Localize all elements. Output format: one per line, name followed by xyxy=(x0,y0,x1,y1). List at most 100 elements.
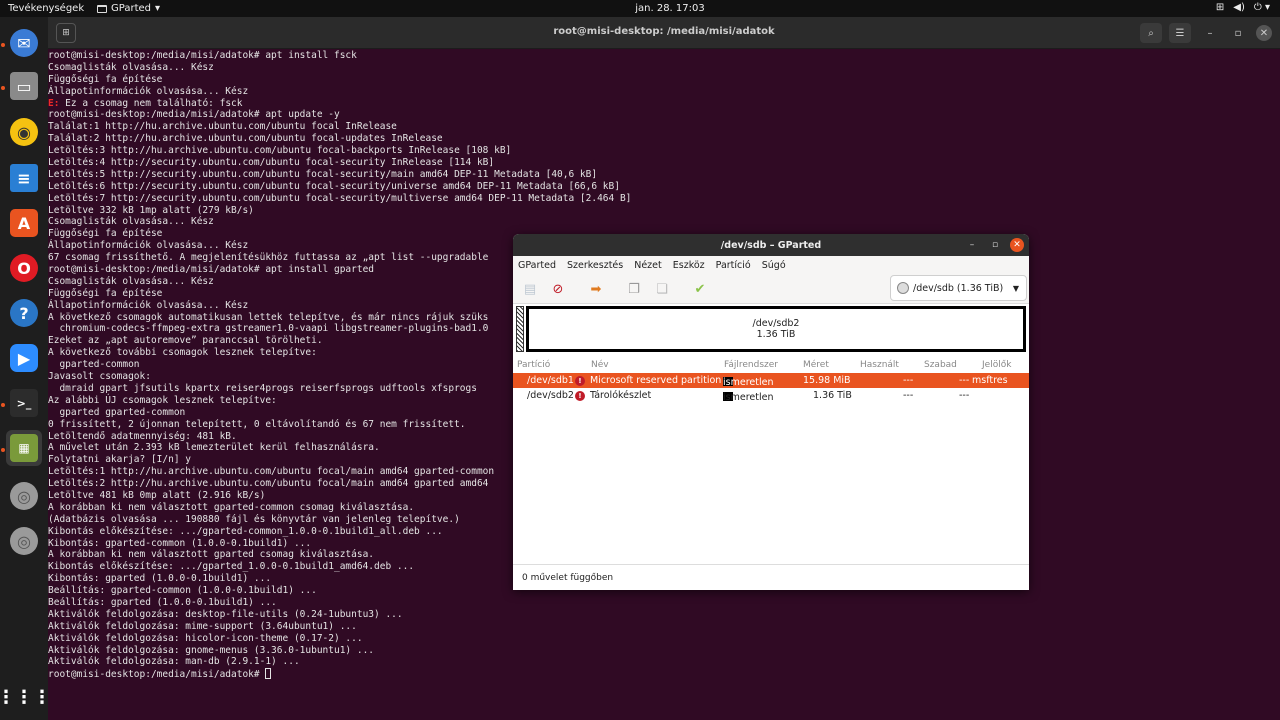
help-icon: ? xyxy=(10,299,38,327)
show-applications-button[interactable]: ⋮⋮⋮ xyxy=(0,679,51,715)
menu-partition[interactable]: Partíció xyxy=(716,260,751,271)
dock: ✉ ▭ ◉ ≡ A O ? ▶ >_ ▦ ◎ ◎ ⋮⋮⋮ xyxy=(0,17,51,720)
apply-icon: ✔ xyxy=(694,281,706,297)
gparted-titlebar[interactable]: /dev/sdb – GParted – ▫ ✕ xyxy=(513,234,1029,256)
cell-filesystem-label: ismeretlen xyxy=(723,392,774,403)
disk-icon: ◎ xyxy=(10,527,38,555)
terminal-line: Találat:2 http://hu.archive.ubuntu.com/u… xyxy=(48,133,443,145)
gparted-toolbar: ▤ ⊘ ➡ ❐ ❏ ✔ /dev/sdb (1.36 TiB) ▼ xyxy=(513,274,1029,304)
music-icon: ◉ xyxy=(10,118,38,146)
dock-zoom[interactable]: ▶ xyxy=(6,340,42,376)
col-flags[interactable]: Jelölők xyxy=(982,360,1011,370)
new-partition-icon: ▤ xyxy=(523,281,537,297)
terminal-line: Függőségi fa építése xyxy=(48,73,163,85)
apply-button[interactable]: ✔ xyxy=(689,278,711,300)
dock-disk-1[interactable]: ◎ xyxy=(6,478,42,514)
terminal-line: Aktiválók feldolgozása: man-db (2.9.1-1)… xyxy=(48,656,300,668)
cell-flags: msftres xyxy=(972,375,1008,386)
menu-edit[interactable]: Szerkesztés xyxy=(567,260,623,271)
dock-thunderbird[interactable]: ✉ xyxy=(6,25,42,61)
delete-button[interactable]: ⊘ xyxy=(547,278,569,300)
menu-device[interactable]: Eszköz xyxy=(673,260,705,271)
resize-button[interactable]: ➡ xyxy=(585,278,607,300)
show-applications-icon: ⋮⋮⋮ xyxy=(0,686,51,708)
volume-icon[interactable]: ◀) xyxy=(1233,2,1245,13)
device-selector-label: /dev/sdb (1.36 TiB) xyxy=(913,282,1004,294)
cell-name: Microsoft reserved partition xyxy=(590,375,722,386)
paste-button[interactable]: ❏ xyxy=(651,278,673,300)
gparted-app-icon xyxy=(97,4,107,13)
gparted-window: /dev/sdb – GParted – ▫ ✕ GParted Szerkes… xyxy=(513,234,1029,590)
menu-help[interactable]: Súgó xyxy=(762,260,786,271)
maximize-button[interactable]: ▫ xyxy=(1230,25,1246,41)
paste-icon: ❏ xyxy=(656,281,668,297)
delete-icon: ⊘ xyxy=(552,281,564,297)
col-size[interactable]: Méret xyxy=(803,360,829,370)
terminal-line: Aktiválók feldolgozása: hicolor-icon-the… xyxy=(48,632,363,644)
cell-free: --- xyxy=(959,390,970,401)
terminal-line: Találat:1 http://hu.archive.ubuntu.com/u… xyxy=(48,121,397,133)
col-used[interactable]: Használt xyxy=(860,360,899,370)
dock-software[interactable]: A xyxy=(6,205,42,241)
disk-map: /dev/sdb2 1.36 TiB xyxy=(516,304,1026,352)
running-indicator xyxy=(1,86,5,90)
clock[interactable]: jan. 28. 17:03 xyxy=(620,3,720,14)
minimize-icon: – xyxy=(1207,27,1213,39)
disk-icon xyxy=(897,282,909,294)
minimize-button[interactable]: – xyxy=(1202,25,1218,41)
dock-disk-2[interactable]: ◎ xyxy=(6,523,42,559)
search-button[interactable]: ⌕ xyxy=(1140,23,1162,43)
chevron-down-icon: ▾ xyxy=(155,3,161,14)
gp-close-button[interactable]: ✕ xyxy=(1010,238,1024,252)
writer-icon: ≡ xyxy=(10,164,38,192)
gp-minimize-button[interactable]: – xyxy=(965,238,979,252)
power-icon[interactable]: ⏻ ▾ xyxy=(1254,2,1270,13)
terminal-line: root@misi-desktop:/media/misi/adatok# ap… xyxy=(48,109,340,121)
dock-terminal[interactable]: >_ xyxy=(6,385,42,421)
partition-segment-sdb2[interactable]: /dev/sdb2 1.36 TiB xyxy=(526,306,1026,352)
table-row[interactable]: /dev/sdb1 ! Microsoft reserved partition… xyxy=(513,373,1029,388)
dock-gparted[interactable]: ▦ xyxy=(6,430,42,466)
copy-button[interactable]: ❐ xyxy=(623,278,645,300)
menu-view[interactable]: Nézet xyxy=(634,260,662,271)
dock-help[interactable]: ? xyxy=(6,295,42,331)
dock-rhythmbox[interactable]: ◉ xyxy=(6,114,42,150)
col-partition[interactable]: Partíció xyxy=(517,360,550,370)
running-indicator xyxy=(1,448,5,452)
dock-files[interactable]: ▭ xyxy=(6,68,42,104)
close-button[interactable]: ✕ xyxy=(1256,25,1272,41)
system-tray[interactable]: ⊞ ◀) ⏻ ▾ xyxy=(1216,2,1270,13)
col-name[interactable]: Név xyxy=(591,360,609,370)
search-icon: ⌕ xyxy=(1148,27,1154,39)
gp-maximize-button[interactable]: ▫ xyxy=(988,238,1002,252)
copy-icon: ❐ xyxy=(628,281,640,297)
close-icon: ✕ xyxy=(1013,240,1021,250)
menu-gparted[interactable]: GParted xyxy=(518,260,556,271)
activities-button[interactable]: Tevékenységek xyxy=(8,3,84,14)
terminal-line: Állapotinformációk olvasása... Kész xyxy=(48,85,249,97)
terminal-line: Csomaglisták olvasása... Kész xyxy=(48,61,214,73)
terminal-headerbar: ⊞ root@misi-desktop: /media/misi/adatok … xyxy=(48,17,1280,49)
device-selector[interactable]: /dev/sdb (1.36 TiB) ▼ xyxy=(890,275,1027,301)
menu-button[interactable]: ☰ xyxy=(1169,23,1191,43)
terminal-line: Aktiválók feldolgozása: desktop-file-uti… xyxy=(48,608,403,620)
new-partition-button[interactable]: ▤ xyxy=(519,278,541,300)
terminal-line: Letöltés:6 http://security.ubuntu.com/ub… xyxy=(48,180,620,192)
app-menu[interactable]: GParted ▾ xyxy=(97,3,160,14)
terminal-prompt[interactable]: root@misi-desktop:/media/misi/adatok# xyxy=(48,668,1280,680)
col-free[interactable]: Szabad xyxy=(924,360,957,370)
text-cursor xyxy=(265,668,272,680)
col-filesystem[interactable]: Fájlrendszer xyxy=(724,360,778,370)
table-row[interactable]: /dev/sdb2 ! Tárolókészlet ismeretlen 1.3… xyxy=(513,388,1029,403)
cell-size: 1.36 TiB xyxy=(813,390,852,401)
close-icon: ✕ xyxy=(1259,27,1269,39)
cell-used: --- xyxy=(903,390,914,401)
cell-size: 15.98 MiB xyxy=(803,375,851,386)
software-icon: A xyxy=(10,209,38,237)
network-icon[interactable]: ⊞ xyxy=(1216,2,1224,13)
unallocated-segment[interactable] xyxy=(516,306,524,352)
dock-opera[interactable]: O xyxy=(6,250,42,286)
terminal-title: root@misi-desktop: /media/misi/adatok xyxy=(553,26,775,37)
terminal-line: Beállítás: gparted (1.0.0-0.1build1) ... xyxy=(48,596,277,608)
dock-writer[interactable]: ≡ xyxy=(6,160,42,196)
